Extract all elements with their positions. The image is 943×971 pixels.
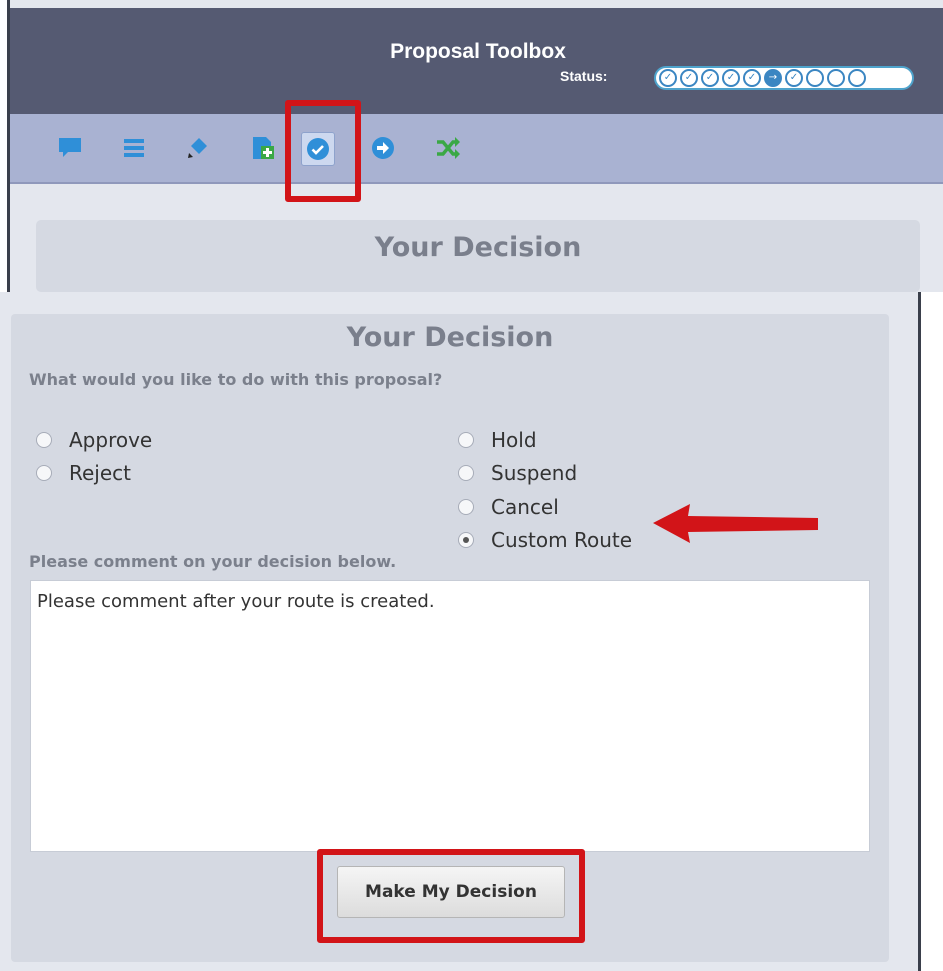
decision-panel-header: Your Decision	[36, 220, 920, 292]
radio-approve[interactable]: Approve	[36, 428, 152, 452]
radio-custom-route[interactable]: Custom Route	[458, 528, 632, 552]
toolbox-panel: Proposal Toolbox Status: ✓ ✓ ✓ ✓ ✓ → ✓ Your De…	[7, 0, 943, 292]
status-step-icon: ✓	[743, 69, 761, 87]
radio-label: Hold	[491, 428, 537, 452]
toolbar	[10, 114, 943, 184]
decision-frame: Your Decision What would you like to do …	[0, 292, 921, 971]
status-step-icon: ✓	[722, 69, 740, 87]
radio-reject[interactable]: Reject	[36, 461, 131, 485]
toolbox-title: Proposal Toolbox	[390, 40, 566, 63]
panel-title: Your Decision	[374, 232, 582, 263]
radio-button-selected[interactable]	[458, 532, 474, 548]
radio-label: Suspend	[491, 461, 578, 485]
radio-button[interactable]	[36, 432, 52, 448]
decision-form: Your Decision What would you like to do …	[11, 314, 889, 962]
question-label: What would you like to do with this prop…	[29, 370, 443, 389]
status-step-icon: ✓	[701, 69, 719, 87]
radio-label: Cancel	[491, 495, 559, 519]
toolbox-header: Proposal Toolbox Status: ✓ ✓ ✓ ✓ ✓ → ✓	[10, 8, 943, 114]
make-decision-button[interactable]: Make My Decision	[337, 866, 565, 918]
comment-label: Please comment on your decision below.	[29, 552, 397, 571]
status-step-icon: →	[764, 69, 782, 87]
status-step-icon: ✓	[659, 69, 677, 87]
radio-button[interactable]	[458, 499, 474, 515]
status-progress: ✓ ✓ ✓ ✓ ✓ → ✓	[654, 66, 914, 90]
status-step-icon	[827, 69, 845, 87]
arrow-right-icon[interactable]	[367, 132, 399, 164]
list-icon[interactable]	[118, 132, 150, 164]
checkmark-icon[interactable]	[301, 132, 335, 166]
status-step-icon: ✓	[785, 69, 803, 87]
radio-button[interactable]	[36, 465, 52, 481]
status-step-icon	[806, 69, 824, 87]
form-title: Your Decision	[346, 322, 554, 353]
status-step-icon	[848, 69, 866, 87]
radio-button[interactable]	[458, 465, 474, 481]
comment-textarea[interactable]: Please comment after your route is creat…	[30, 580, 870, 852]
comment-icon[interactable]	[54, 132, 86, 164]
shuffle-icon[interactable]	[432, 132, 464, 164]
radio-button[interactable]	[458, 432, 474, 448]
radio-label: Custom Route	[491, 528, 633, 552]
radio-suspend[interactable]: Suspend	[458, 461, 577, 485]
status-step-icon: ✓	[680, 69, 698, 87]
radio-label: Approve	[69, 428, 153, 452]
radio-hold[interactable]: Hold	[458, 428, 537, 452]
add-document-icon[interactable]	[247, 132, 279, 164]
red-arrow-annotation	[653, 504, 818, 543]
radio-label: Reject	[69, 461, 132, 485]
radio-cancel[interactable]: Cancel	[458, 495, 559, 519]
status-label: Status:	[560, 68, 608, 84]
edit-icon[interactable]	[182, 132, 214, 164]
